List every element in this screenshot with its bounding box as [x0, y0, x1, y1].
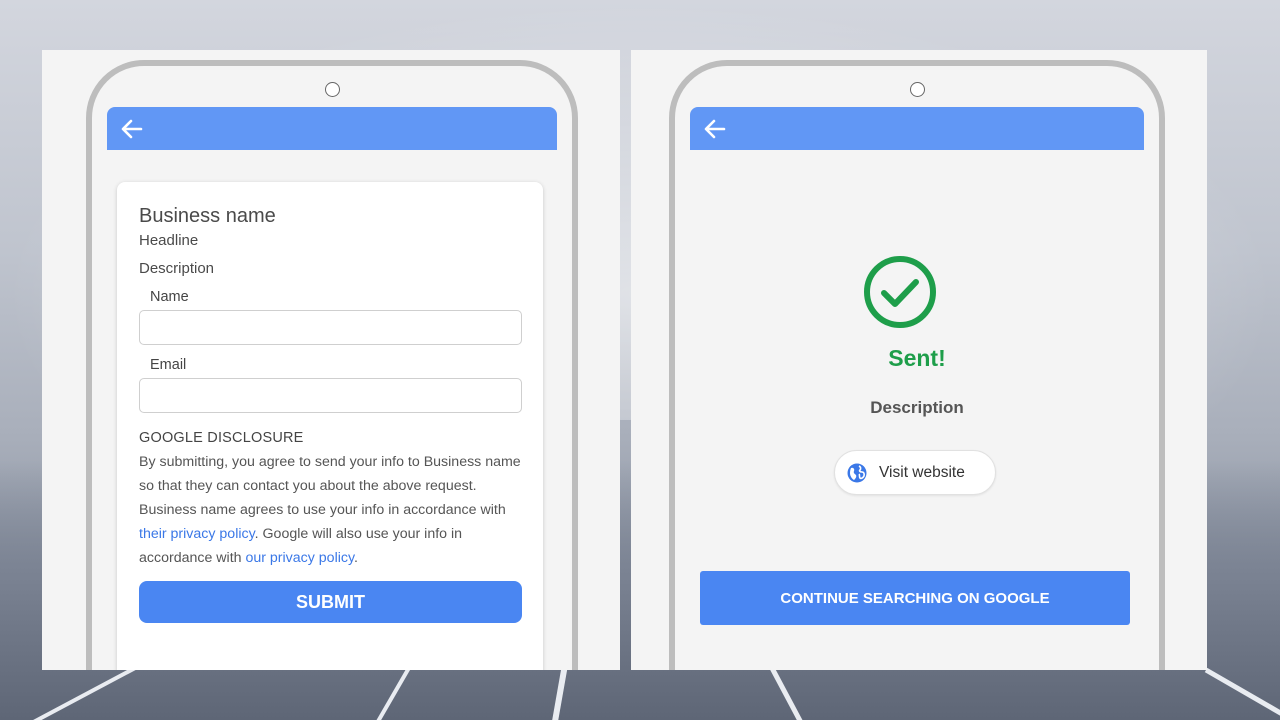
app-bar [690, 107, 1144, 150]
globe-icon [847, 463, 867, 482]
description: Description [870, 398, 964, 417]
lead-form-card: Business name Headline Description Name … [117, 182, 543, 670]
email-label: Email [150, 357, 187, 373]
visit-website-button[interactable]: Visit website [834, 450, 996, 495]
headline: Headline [139, 232, 199, 249]
confirmation-preview-panel: Sent! Description Visit website CONTINUE… [631, 50, 1207, 670]
form-screen: Business name Headline Description Name … [107, 150, 557, 670]
disclosure-title: GOOGLE DISCLOSURE [139, 430, 304, 446]
name-field[interactable] [139, 310, 522, 345]
our-privacy-policy-link[interactable]: our privacy policy [245, 550, 354, 566]
description: Description [139, 260, 215, 277]
submit-button[interactable]: SUBMIT [139, 581, 522, 623]
lead-form-preview-panel: Business name Headline Description Name … [42, 50, 620, 670]
arrow-left-icon[interactable] [117, 115, 147, 143]
business-name: Business name [139, 205, 276, 227]
disclosure-text-part: . [354, 550, 358, 566]
camera-icon [325, 82, 340, 97]
phone-frame: Business name Headline Description Name … [86, 60, 578, 670]
visit-website-label: Visit website [879, 463, 965, 481]
arrow-left-icon[interactable] [700, 115, 730, 143]
check-circle-icon [864, 256, 936, 328]
their-privacy-policy-link[interactable]: their privacy policy [139, 526, 255, 542]
name-label: Name [150, 289, 189, 305]
disclosure-text: By submitting, you agree to send your in… [139, 450, 525, 570]
disclosure-text-part: By submitting, you agree to send your in… [139, 454, 521, 518]
email-field[interactable] [139, 378, 522, 413]
sent-title: Sent! [888, 345, 946, 371]
camera-icon [910, 82, 925, 97]
screen-bottom [690, 634, 1144, 670]
phone-frame: Sent! Description Visit website CONTINUE… [669, 60, 1165, 670]
confirmation-screen: Sent! Description Visit website CONTINUE… [690, 150, 1144, 670]
app-bar [107, 107, 557, 150]
continue-searching-button[interactable]: CONTINUE SEARCHING ON GOOGLE [700, 571, 1130, 625]
